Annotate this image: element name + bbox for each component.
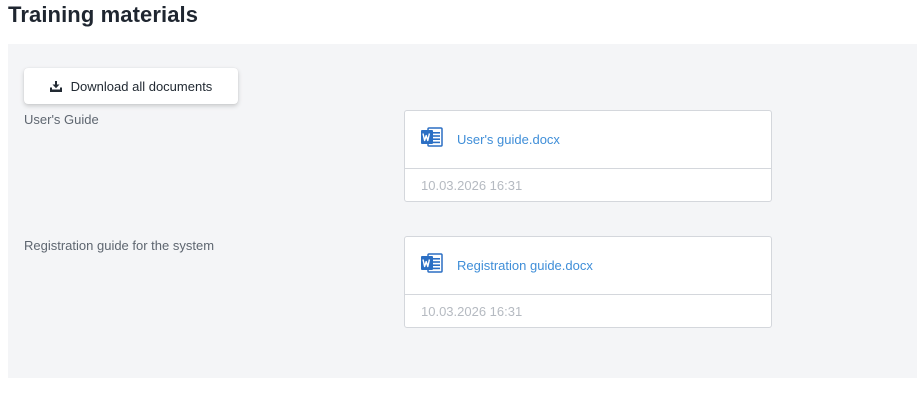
page-title: Training materials xyxy=(8,2,199,27)
download-all-button[interactable]: Download all documents xyxy=(24,68,238,104)
file-link-users-guide[interactable]: User's guide.docx xyxy=(457,132,560,147)
file-card-registration-guide: Registration guide.docx 10.03.2026 16:31 xyxy=(404,236,772,328)
word-document-icon xyxy=(421,252,443,279)
file-date: 10.03.2026 16:31 xyxy=(421,304,523,319)
word-document-icon xyxy=(421,126,443,153)
file-card-users-guide: User's guide.docx 10.03.2026 16:31 xyxy=(404,110,772,202)
file-card-header: Registration guide.docx xyxy=(405,237,771,295)
material-label-users-guide: User's Guide xyxy=(24,112,99,127)
download-icon xyxy=(49,80,62,92)
download-all-label: Download all documents xyxy=(70,78,213,94)
file-card-header: User's guide.docx xyxy=(405,111,771,169)
file-date: 10.03.2026 16:31 xyxy=(421,178,523,193)
training-materials-panel: Download all documents User's Guide User… xyxy=(8,44,917,378)
material-label-registration-guide: Registration guide for the system xyxy=(24,238,215,253)
file-link-registration-guide[interactable]: Registration guide.docx xyxy=(457,258,593,273)
